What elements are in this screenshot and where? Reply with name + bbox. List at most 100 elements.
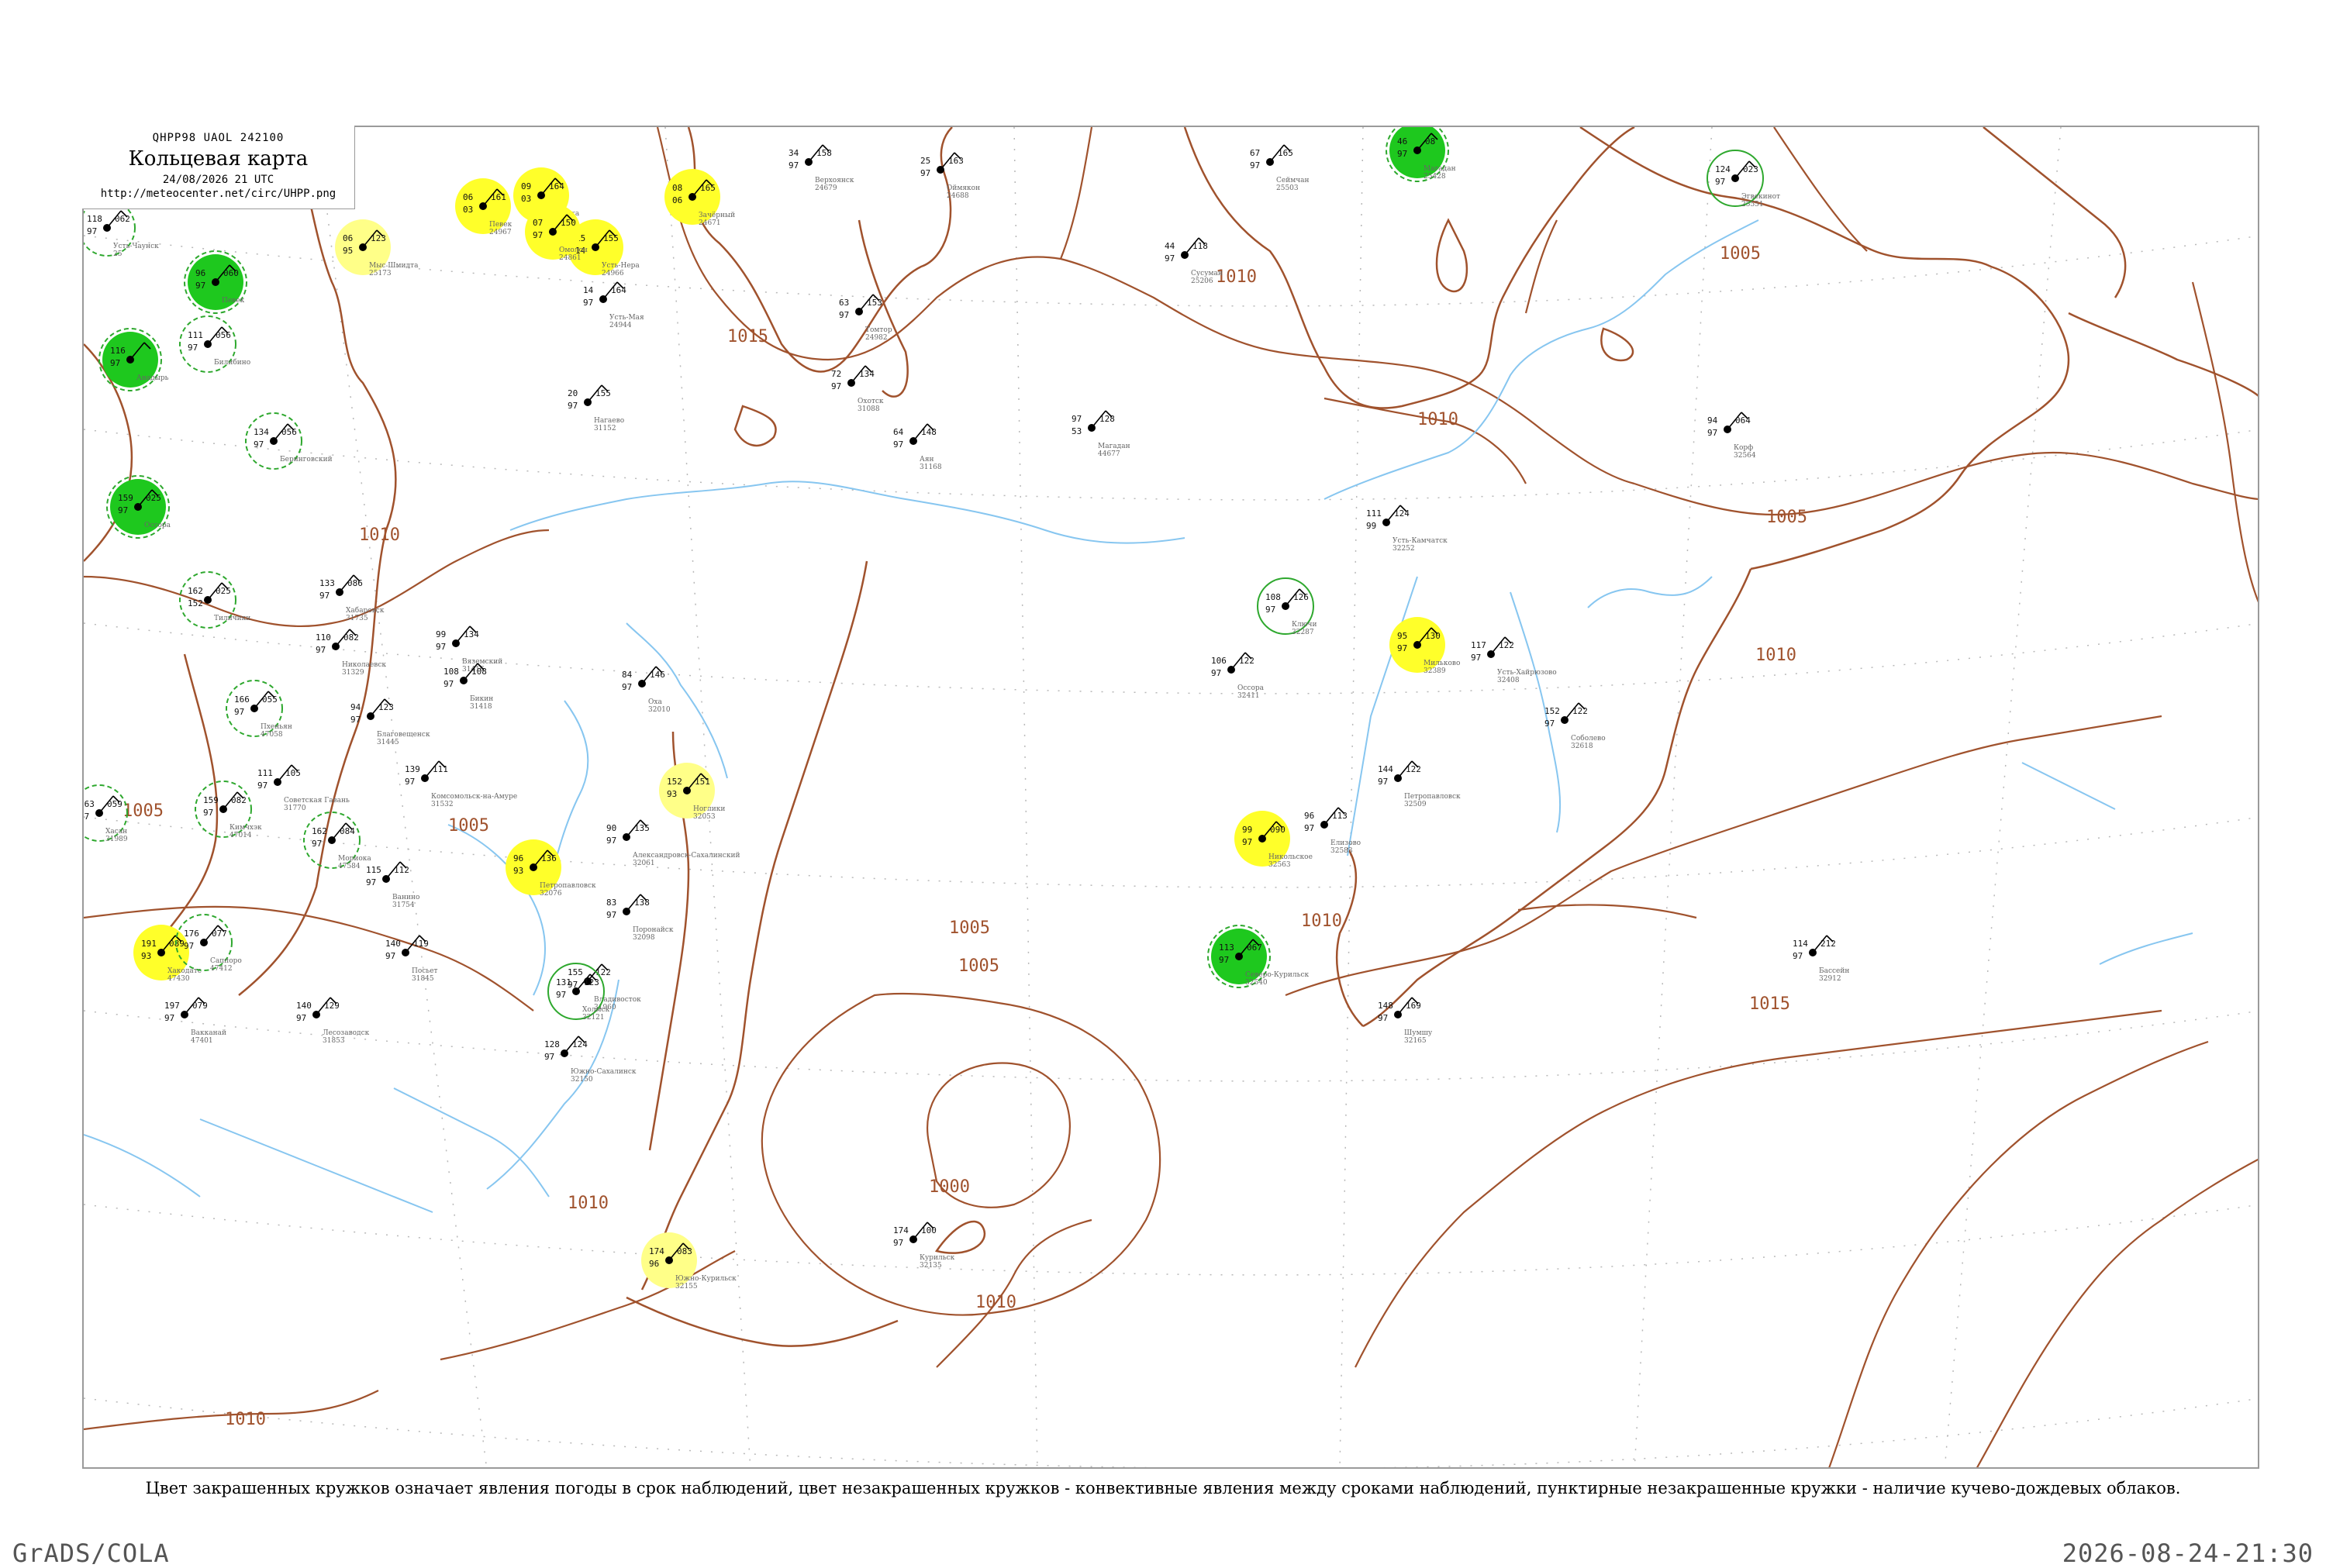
- isobar-label: 1010: [359, 526, 400, 545]
- station-plot[interactable]: 96 136 93 Петропавловск32076: [506, 839, 596, 898]
- station-pressure: 135: [634, 823, 650, 833]
- station-plot[interactable]: 20 155 97 Нагаево31152: [568, 384, 624, 432]
- station-plot[interactable]: 64 148 97 Аян31168: [893, 423, 942, 471]
- station-plot[interactable]: 124 023 97 Эгвекинот25551: [1707, 150, 1780, 208]
- station-temp: 152: [1544, 706, 1560, 716]
- station-name: Бикин: [470, 695, 493, 703]
- station-visibility: 95: [343, 246, 353, 256]
- station-plot[interactable]: 08 165 06 Зачёрный24671: [664, 169, 735, 227]
- station-id: 32150: [571, 1076, 593, 1084]
- station-plot[interactable]: 90 135 97 Александровск-Сахалинский32061: [606, 819, 740, 867]
- station-plot[interactable]: 67 165 97 Сеймчан25503: [1250, 144, 1310, 192]
- station-pressure: 158: [816, 148, 832, 158]
- station-plot[interactable]: 152 122 97 Соболево32618: [1544, 702, 1606, 750]
- station-plot[interactable]: 83 138 97 Поронайск32098: [606, 894, 674, 942]
- station-plot[interactable]: 148 169 97 Шумшу32165: [1378, 997, 1433, 1045]
- station-plot[interactable]: 111 056 97 Билибино: [179, 315, 250, 373]
- station-plot[interactable]: 162 025 152 Тиличики: [179, 571, 250, 629]
- station-plot[interactable]: 159 025 97 Оссора: [106, 475, 171, 539]
- station-plot[interactable]: 72 134 97 Охотск31088: [831, 365, 884, 413]
- station-pressure: 124: [572, 1039, 588, 1049]
- station-pressure: 153: [867, 298, 882, 308]
- station-plot[interactable]: 163 059 97 Хасан31989: [84, 784, 128, 843]
- station-id: 25: [113, 250, 123, 258]
- station-plot[interactable]: 06 123 95 Мыс Шмидта25173: [335, 219, 419, 277]
- valid-time: 24/08/2026 21 UTC: [162, 174, 274, 186]
- station-plot[interactable]: 113 067 97 Северо-Курильск32540: [1207, 925, 1310, 988]
- station-pressure: 122: [1572, 706, 1588, 716]
- station-plot[interactable]: 96 060 97 Певек: [184, 250, 247, 314]
- station-id: 31445: [377, 739, 399, 746]
- station-pressure: 134: [859, 369, 875, 379]
- station-name: Ключи: [1292, 621, 1317, 629]
- station-plot[interactable]: 117 122 97 Усть-Хайрюзово32408: [1471, 636, 1557, 684]
- station-temp: 64: [893, 427, 904, 437]
- station-visibility: 97: [1211, 668, 1221, 678]
- station-plot[interactable]: 144 122 97 Петропавловск32509: [1378, 760, 1461, 808]
- station-plot[interactable]: 140 119 97 Посьет31845: [385, 935, 438, 983]
- station-temp: 191: [141, 939, 157, 949]
- station-visibility: 93: [667, 789, 677, 799]
- station-plot[interactable]: 14 164 97 Усть-Мая24944: [583, 281, 644, 329]
- station-name: Мыс Шмидта: [369, 262, 419, 270]
- station-plot[interactable]: 174 083 96 Южно-Курильск32155: [641, 1232, 737, 1291]
- station-id: 32563: [1268, 861, 1291, 869]
- station-plot[interactable]: 46 08 97 Магадан25428: [1386, 127, 1456, 182]
- station-plot[interactable]: 106 122 97 Оссора32411: [1211, 652, 1265, 700]
- isobar-label: 1005: [123, 801, 164, 821]
- station-plot[interactable]: 116 97 Анадырь: [98, 328, 169, 391]
- station-visibility: 97: [350, 715, 361, 725]
- station-id: 32540: [1245, 979, 1268, 987]
- station-name: Благовещенск: [377, 731, 430, 739]
- station-plot[interactable]: 197 079 97 Вакканай47401: [164, 997, 226, 1045]
- station-visibility: 97: [234, 707, 244, 717]
- map-title-box: QHPP98 UAOL 242100 Кольцевая карта 24/08…: [82, 126, 355, 209]
- station-plot[interactable]: 176 077 97 Саппоро47412: [175, 914, 242, 973]
- station-plot[interactable]: 95 130 97 Мильково32389: [1389, 617, 1460, 675]
- station-visibility: 97: [84, 812, 89, 822]
- station-plot[interactable]: 152 151 93 Ноглики32053: [659, 763, 725, 821]
- station-temp: 144: [1378, 764, 1393, 774]
- station-temp: 197: [164, 1001, 180, 1011]
- station-plot[interactable]: 174 100 97 Курильск32135: [893, 1222, 955, 1270]
- map-canvas[interactable]: 1015 1010 1010 1010 1010 1005 1005 1005 …: [84, 127, 2259, 1469]
- station-plot[interactable]: 34 158 97 Верхоянск24679: [789, 144, 854, 192]
- station-plot[interactable]: 44 118 97 Сусуман25206: [1165, 237, 1223, 285]
- station-plot[interactable]: 134 056 97 Беринговский: [245, 412, 333, 470]
- station-name: Южно-Сахалинск: [571, 1068, 637, 1076]
- station-plot[interactable]: 128 124 97 Южно-Сахалинск32150: [544, 1036, 637, 1084]
- station-temp: 94: [1707, 415, 1718, 426]
- station-id: 31088: [858, 405, 880, 413]
- station-visibility: 97: [606, 836, 616, 846]
- station-plot[interactable]: 139 111 97 Комсомольск-на-Амуре31532: [405, 760, 517, 808]
- station-visibility: 97: [118, 505, 128, 515]
- station-name: Усть-Мая: [609, 314, 644, 322]
- station-plot[interactable]: 114 212 97 Бассейн32912: [1793, 935, 1849, 983]
- station-plot[interactable]: 108 126 97 Ключи32287: [1257, 577, 1317, 636]
- station-plot[interactable]: 99 090 97 Никольское32563: [1234, 811, 1313, 869]
- map-frame: 1015 1010 1010 1010 1010 1005 1005 1005 …: [82, 126, 2259, 1469]
- station-plot[interactable]: 140 129 97 Лесозаводск31853: [296, 997, 370, 1045]
- station-visibility: 97: [203, 808, 213, 818]
- station-pressure: 064: [1735, 415, 1751, 426]
- isobar-label: 1015: [727, 327, 768, 346]
- station-plot[interactable]: 06 161 03 Певек24967: [455, 178, 512, 236]
- station-plot[interactable]: 115 112 97 Ванино31754: [366, 861, 419, 909]
- station-plot[interactable]: 25 163 97 Оймякон24688: [920, 152, 980, 200]
- station-visibility: 97: [533, 230, 543, 240]
- station-pressure: 126: [1293, 592, 1309, 602]
- station-plot[interactable]: 162 084 97 Мориока47584: [303, 812, 371, 870]
- station-plot[interactable]: 84 146 97 Оха32010: [622, 666, 671, 714]
- station-name: Лесозаводск: [323, 1029, 370, 1037]
- station-visibility: 97: [254, 439, 264, 450]
- station-plot[interactable]: 94 064 97 Корф32564: [1707, 412, 1756, 460]
- station-visibility: 97: [1304, 823, 1314, 833]
- station-plot[interactable]: 111 124 99 Усть-Камчатск32252: [1366, 505, 1448, 553]
- station-plot[interactable]: 159 082 97 Кимчхэк47014: [195, 781, 262, 839]
- station-pressure: 079: [192, 1001, 208, 1011]
- station-plot[interactable]: 97 128 53 Магадан44677: [1072, 410, 1130, 458]
- station-plot[interactable]: 166 055 97 Пхеньян47058: [226, 680, 292, 739]
- station-temp: 159: [118, 493, 133, 503]
- station-temp: 06: [463, 192, 473, 202]
- station-visibility: 97: [1378, 777, 1388, 787]
